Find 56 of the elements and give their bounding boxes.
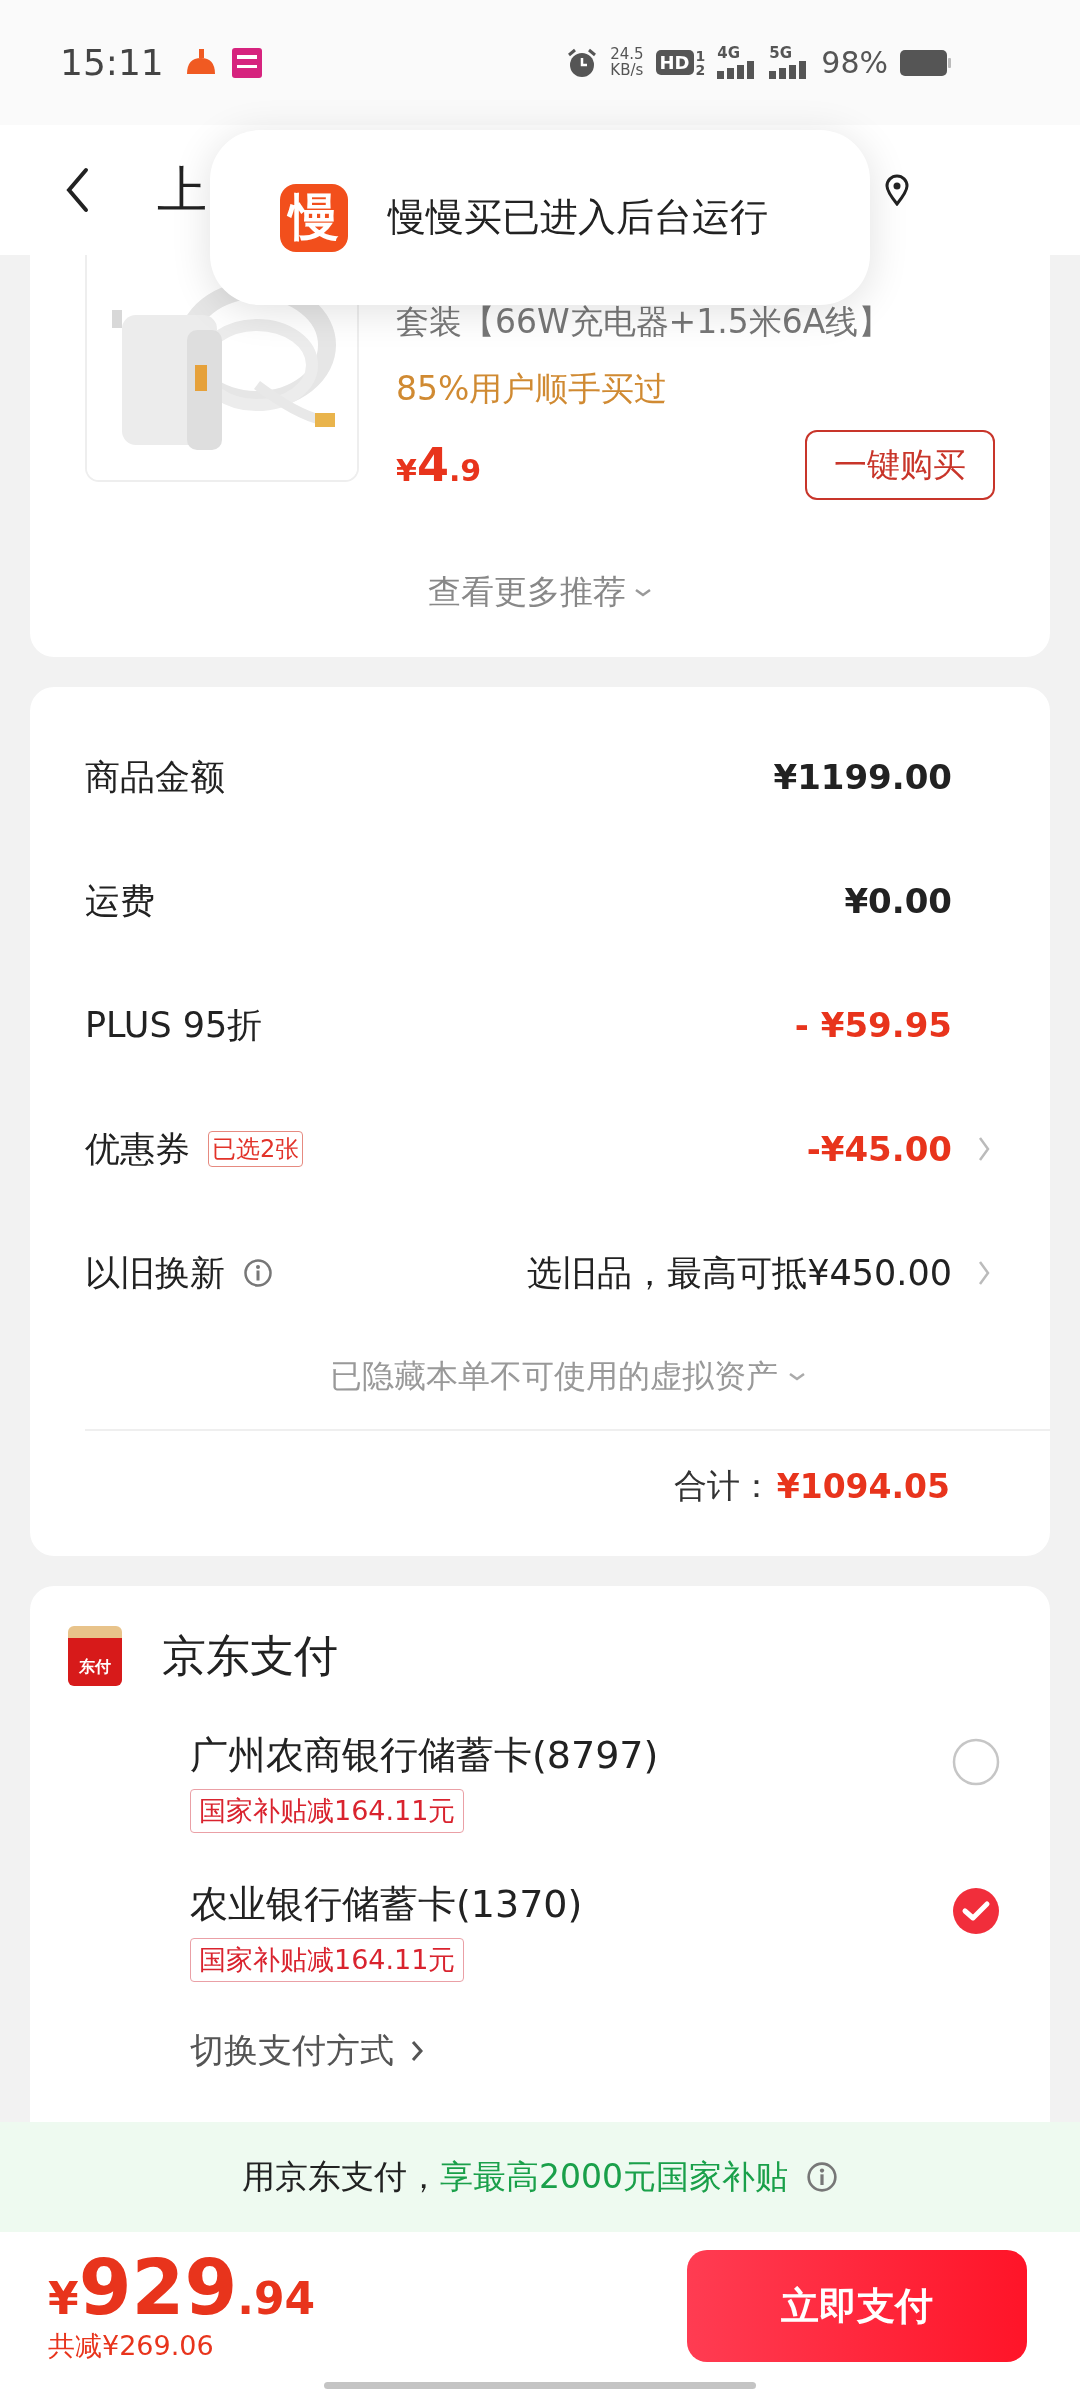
toast-message: 慢慢买已进入后台运行 (388, 194, 768, 241)
pay-now-button[interactable]: 立即支付 (687, 2250, 1027, 2362)
summary-label: 以旧换新 (85, 1251, 225, 1295)
product-title: 套装【66W充电器+1.5米6A线】 (396, 301, 893, 343)
page-title: 上 (157, 159, 207, 221)
chevron-down-icon (634, 587, 652, 598)
savings-text: 共减¥269.06 (48, 2329, 215, 2363)
network-speed-unit: KB/s (610, 62, 644, 79)
radio-unchecked[interactable] (952, 1738, 1000, 1786)
more-recommendations-link[interactable]: 查看更多推荐 (428, 570, 652, 615)
subsidy-tag: 国家补贴减164.11元 (190, 1938, 465, 1982)
payment-title: 京东支付 (162, 1628, 338, 1683)
info-icon[interactable] (806, 2161, 838, 2193)
subsidy-text: 用京东支付，享最高2000元国家补贴 (242, 2155, 788, 2198)
network-type: 4G (717, 46, 741, 61)
summary-value: ¥0.00 (844, 881, 952, 921)
sim-label: 2 (695, 62, 706, 77)
switch-payment-link[interactable]: 切换支付方式 (190, 2028, 424, 2074)
chevron-down-icon (787, 1372, 806, 1382)
hidden-assets-toggle[interactable]: 已隐藏本单不可使用的虚拟资产 (329, 1335, 806, 1429)
battery-icon (900, 49, 952, 76)
payment-method-name[interactable]: 广州农商银行储蓄卡(8797) (190, 1730, 659, 1781)
hd-badge: HD (655, 50, 694, 75)
subsidy-tag: 国家补贴减164.11元 (190, 1789, 465, 1833)
network-type: 5G (769, 46, 793, 61)
total-label: 合计： (673, 1464, 773, 1507)
discount-value: - ¥59.95 (794, 1005, 952, 1045)
summary-label: PLUS 95折 (85, 1003, 263, 1047)
coupon-value[interactable]: -¥45.00 (806, 1129, 952, 1169)
buy-now-button[interactable]: 一键购买 (805, 430, 995, 500)
chevron-right-icon (410, 2039, 424, 2063)
chevron-right-icon (978, 1136, 990, 1162)
back-icon[interactable] (65, 167, 89, 213)
payment-amount: ¥929.94 (48, 2250, 316, 2326)
location-pin-icon[interactable] (884, 174, 910, 206)
summary-value: ¥1199.00 (773, 757, 952, 797)
total-value: ¥1094.05 (776, 1466, 950, 1506)
payment-method-name[interactable]: 农业银行储蓄卡(1370) (190, 1879, 583, 1930)
radio-checked[interactable] (952, 1887, 1000, 1935)
battery-level: 98% (821, 45, 888, 80)
summary-label: 运费 (85, 879, 155, 923)
payment-brand-icon: 东付 (68, 1626, 122, 1686)
summary-label: 商品金额 (85, 755, 225, 799)
product-price: ¥4.9 (396, 438, 482, 492)
trade-in-value[interactable]: 选旧品，最高可抵¥450.00 (527, 1249, 952, 1297)
purchase-note: 85%用户顺手买过 (396, 368, 669, 410)
chevron-right-icon (978, 1260, 990, 1286)
status-time: 15:11 (60, 42, 164, 83)
app-icon: 慢 (280, 183, 348, 252)
alarm-icon (566, 46, 599, 79)
sim-label: 1 (695, 48, 706, 63)
summary-label: 优惠券 (85, 1127, 190, 1171)
app-notification-icon (229, 45, 264, 80)
info-icon[interactable] (243, 1258, 273, 1288)
coupon-count-tag: 已选2张 (208, 1131, 304, 1167)
network-speed: 24.5 (610, 46, 644, 63)
